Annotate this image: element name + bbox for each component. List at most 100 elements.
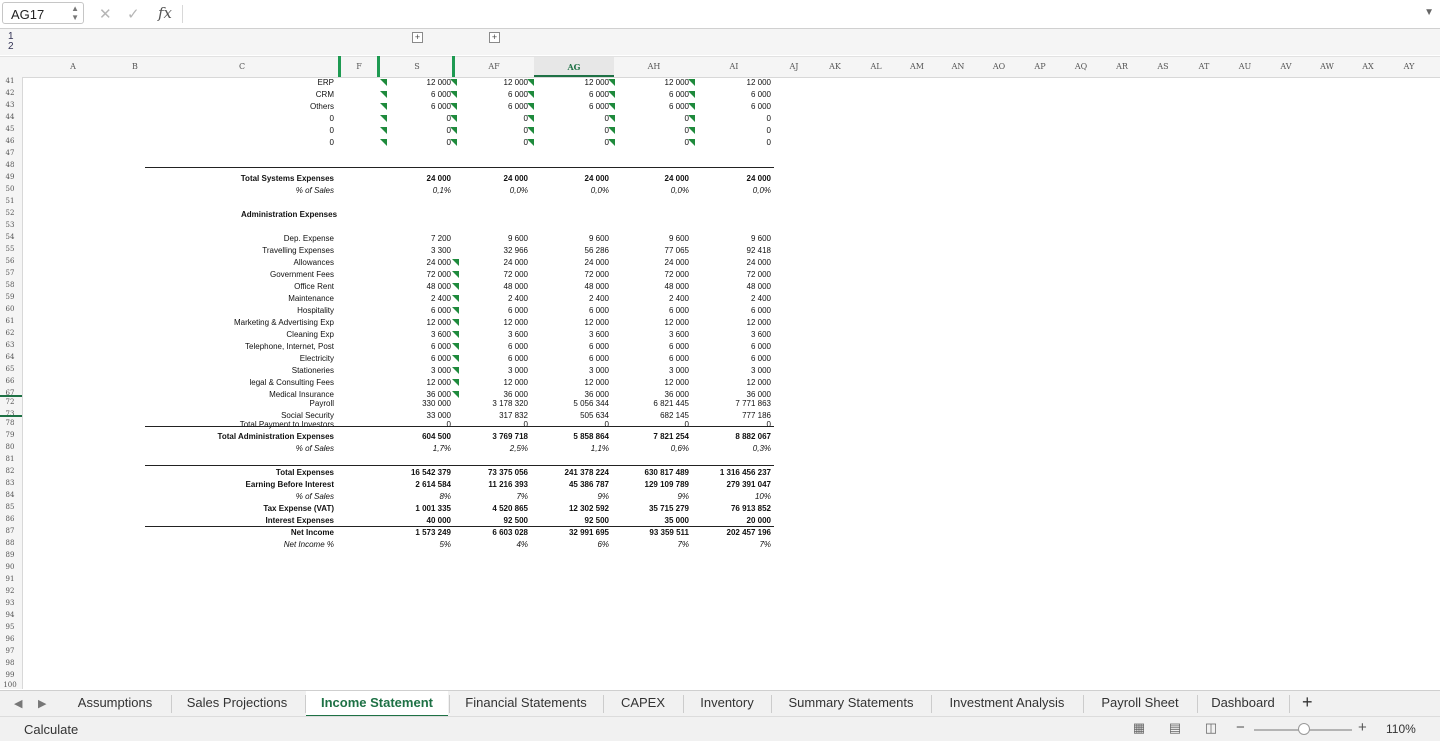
- value-cell[interactable]: 0: [767, 113, 771, 125]
- value-cell[interactable]: 7 821 254: [653, 431, 689, 443]
- row-number[interactable]: 43: [0, 101, 20, 109]
- column-header-f[interactable]: F: [356, 62, 362, 71]
- column-header-am[interactable]: AM: [910, 62, 924, 71]
- row-label[interactable]: Total Payment to Investors: [240, 419, 334, 431]
- value-cell[interactable]: 630 817 489: [645, 467, 690, 479]
- column-header-ar[interactable]: AR: [1116, 62, 1128, 71]
- value-cell[interactable]: 0: [767, 137, 771, 149]
- row-label[interactable]: Government Fees: [270, 269, 334, 281]
- value-cell[interactable]: 72 000: [585, 269, 609, 281]
- row-label[interactable]: Others: [310, 101, 334, 113]
- value-cell[interactable]: 8 882 067: [735, 431, 771, 443]
- row-number[interactable]: 47: [0, 149, 20, 157]
- column-header-an[interactable]: AN: [952, 62, 965, 71]
- value-cell[interactable]: 6 000: [508, 353, 528, 365]
- page-break-view-icon[interactable]: ◫: [1202, 720, 1220, 736]
- row-number[interactable]: 84: [0, 491, 20, 499]
- value-cell[interactable]: 0,6%: [671, 443, 689, 455]
- row-number[interactable]: 42: [0, 89, 20, 97]
- name-box[interactable]: AG17 ▲ ▼: [2, 2, 84, 24]
- value-cell[interactable]: 12 000: [665, 377, 689, 389]
- value-cell[interactable]: 6 000: [589, 353, 609, 365]
- value-cell[interactable]: 6 603 028: [492, 527, 528, 539]
- row-number[interactable]: 97: [0, 647, 20, 655]
- value-cell[interactable]: 0: [767, 419, 771, 431]
- value-cell[interactable]: 77 065: [665, 245, 689, 257]
- row-label[interactable]: Net Income %: [284, 539, 334, 551]
- zoom-level[interactable]: 110%: [1386, 722, 1416, 736]
- value-cell[interactable]: 9 600: [508, 233, 528, 245]
- name-box-value[interactable]: AG17: [11, 7, 44, 22]
- row-label[interactable]: Payroll: [310, 398, 334, 410]
- row-number[interactable]: 61: [0, 317, 20, 325]
- value-cell[interactable]: 72 000: [504, 269, 528, 281]
- value-cell[interactable]: 3 000: [669, 365, 689, 377]
- cancel-icon[interactable]: ✕: [99, 5, 112, 23]
- value-cell[interactable]: 6 000: [751, 101, 771, 113]
- row-number[interactable]: 83: [0, 479, 20, 487]
- value-cell[interactable]: 6 000: [669, 101, 689, 113]
- value-cell[interactable]: 92 418: [747, 245, 771, 257]
- value-cell[interactable]: 12 000: [427, 77, 451, 89]
- value-cell[interactable]: 48 000: [747, 281, 771, 293]
- column-header-aq[interactable]: AQ: [1075, 62, 1087, 71]
- sheet-tab-summary-statements[interactable]: Summary Statements: [772, 691, 930, 717]
- value-cell[interactable]: 330 000: [422, 398, 451, 410]
- sheet-tab-assumptions[interactable]: Assumptions: [60, 691, 170, 717]
- column-header-ag[interactable]: AG: [567, 62, 580, 72]
- value-cell[interactable]: 6 000: [508, 89, 528, 101]
- value-cell[interactable]: 279 391 047: [727, 479, 772, 491]
- row-number[interactable]: 51: [0, 197, 20, 205]
- value-cell[interactable]: 9%: [597, 491, 609, 503]
- value-cell[interactable]: 9 600: [589, 233, 609, 245]
- outline-level-2-button[interactable]: 2: [8, 41, 14, 52]
- value-cell[interactable]: 2 400: [751, 293, 771, 305]
- sheet-tab-financial-statements[interactable]: Financial Statements: [450, 691, 602, 717]
- value-cell[interactable]: 24 000: [427, 173, 451, 185]
- column-header-av[interactable]: AV: [1280, 62, 1291, 71]
- next-sheet-icon[interactable]: ▶: [38, 697, 46, 710]
- value-cell[interactable]: 0: [605, 419, 609, 431]
- value-cell[interactable]: 12 000: [585, 317, 609, 329]
- row-number[interactable]: 60: [0, 305, 20, 313]
- value-cell[interactable]: 5%: [439, 539, 451, 551]
- value-cell[interactable]: 12 000: [747, 377, 771, 389]
- value-cell[interactable]: 7 200: [431, 233, 451, 245]
- row-label[interactable]: Net Income: [291, 527, 334, 539]
- row-label[interactable]: Allowances: [294, 257, 334, 269]
- row-number[interactable]: 59: [0, 293, 20, 301]
- value-cell[interactable]: 35 715 279: [649, 503, 689, 515]
- value-cell[interactable]: 72 000: [427, 269, 451, 281]
- value-cell[interactable]: 604 500: [422, 431, 451, 443]
- value-cell[interactable]: 24 000: [585, 173, 609, 185]
- column-header-at[interactable]: AT: [1199, 62, 1210, 71]
- value-cell[interactable]: 3 600: [431, 329, 451, 341]
- value-cell[interactable]: 1 001 335: [415, 503, 451, 515]
- value-cell[interactable]: 3 600: [589, 329, 609, 341]
- row-number[interactable]: 52: [0, 209, 20, 217]
- value-cell[interactable]: 12 000: [504, 377, 528, 389]
- enter-icon[interactable]: ✓: [127, 5, 140, 23]
- row-number[interactable]: 72: [0, 398, 20, 406]
- row-label[interactable]: Cleaning Exp: [286, 329, 334, 341]
- value-cell[interactable]: 48 000: [504, 281, 528, 293]
- row-number[interactable]: 55: [0, 245, 20, 253]
- value-cell[interactable]: 9 600: [669, 233, 689, 245]
- row-label[interactable]: Office Rent: [294, 281, 334, 293]
- value-cell[interactable]: 12 000: [665, 77, 689, 89]
- row-number[interactable]: 82: [0, 467, 20, 475]
- value-cell[interactable]: 3 000: [508, 365, 528, 377]
- column-header-al[interactable]: AL: [870, 62, 881, 71]
- row-number[interactable]: 87: [0, 527, 20, 535]
- row-number[interactable]: 63: [0, 341, 20, 349]
- value-cell[interactable]: 12 000: [585, 377, 609, 389]
- value-cell[interactable]: 202 457 196: [727, 527, 772, 539]
- row-number[interactable]: 57: [0, 269, 20, 277]
- value-cell[interactable]: 12 000: [504, 317, 528, 329]
- value-cell[interactable]: 12 000: [427, 377, 451, 389]
- value-cell[interactable]: 3 000: [431, 365, 451, 377]
- value-cell[interactable]: 11 216 393: [488, 479, 528, 491]
- row-label[interactable]: Total Expenses: [276, 467, 334, 479]
- value-cell[interactable]: 2 614 584: [415, 479, 451, 491]
- row-label[interactable]: Electricity: [300, 353, 334, 365]
